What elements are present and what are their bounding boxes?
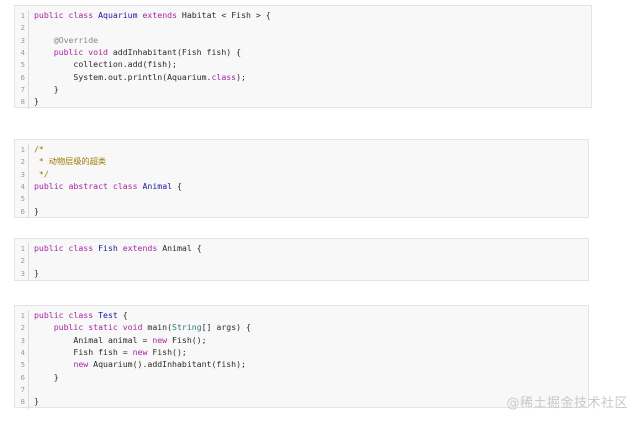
- code-token: @Override: [53, 34, 99, 45]
- code-line: 1 public class Test {: [15, 309, 588, 323]
- code-token: class: [211, 71, 237, 82]
- code-token: new: [73, 359, 89, 370]
- line-number: 3: [15, 267, 29, 281]
- code-line: 4 Fish fish = new Fish();: [15, 346, 588, 360]
- code-line: 3 @Override: [15, 34, 591, 48]
- code-token: void: [88, 47, 108, 58]
- watermark: @稀土掘金技术社区: [506, 396, 628, 411]
- line-number: 8: [15, 396, 29, 409]
- code-line: 6 }: [15, 371, 588, 385]
- line-number: 6: [15, 205, 29, 219]
- code-line: 1 public class Aquarium extends Habitat <…: [15, 9, 591, 23]
- code-line: 5 new Aquarium().addInhabitant(fish);: [15, 358, 588, 372]
- code-token: new: [132, 347, 148, 358]
- code-token: }: [34, 396, 39, 407]
- code-token: Animal: [142, 181, 173, 192]
- code-token: Fish();: [167, 334, 207, 345]
- code-line: 2 * 动物层级的超类: [15, 155, 588, 169]
- code-token: class: [112, 181, 138, 192]
- code-line: 2: [15, 254, 588, 268]
- code-token: class: [68, 10, 94, 20]
- code-token: Fish: [98, 243, 118, 253]
- code-block-test: 1 public class Test {2 public static void…: [14, 305, 589, 409]
- code-token: }: [34, 205, 39, 216]
- code-line: 2: [15, 21, 591, 35]
- code-token: Aquarium().addInhabitant(fish);: [88, 359, 246, 370]
- code-token: public: [53, 47, 84, 58]
- code-line: 7 }: [15, 83, 591, 97]
- code-line: 2 public static void main(String[] args)…: [15, 321, 588, 335]
- code-token: public: [34, 310, 64, 320]
- code-token: public: [34, 181, 64, 192]
- code-line: 5 collection.add(fish);: [15, 58, 591, 72]
- code-token: void: [122, 322, 143, 333]
- code-token: main(: [142, 322, 173, 333]
- code-token: Fish fish =: [34, 347, 133, 358]
- code-token: public: [34, 10, 64, 20]
- code-line: 8}: [15, 395, 588, 409]
- code-line: 4 public abstract class Animal {: [15, 180, 588, 194]
- code-token: Test: [98, 310, 118, 320]
- code-token: addInhabitant(Fish fish) {: [107, 47, 242, 58]
- code-line: 3}: [15, 267, 588, 281]
- line-number: 8: [15, 96, 29, 109]
- code-token: extends: [142, 10, 177, 20]
- code-token: {: [117, 310, 128, 320]
- code-token: String: [172, 322, 202, 333]
- code-line: 6 System.out.println(Aquarium.class);: [15, 71, 591, 85]
- code-token: Aquarium: [98, 10, 138, 20]
- code-token: * 动物层级的超类: [34, 156, 107, 167]
- code-line: 3 Animal animal = new Fish();: [15, 334, 588, 348]
- code-line: 1/*: [15, 143, 588, 157]
- code-line: 3 */: [15, 168, 588, 182]
- code-token: public: [53, 322, 84, 333]
- code-line: 4 public void addInhabitant(Fish fish) {: [15, 46, 591, 60]
- code-token: Fish();: [147, 347, 187, 358]
- code-block-fish: 1 public class Fish extends Animal {2 3}: [14, 238, 589, 281]
- code-token: }: [34, 96, 39, 107]
- code-line: 5: [15, 192, 588, 206]
- code-token: new: [152, 334, 168, 345]
- code-token: extends: [122, 243, 158, 253]
- code-token: }: [34, 84, 59, 95]
- code-token: static: [88, 322, 118, 333]
- code-token: class: [68, 310, 94, 320]
- code-line: 6}: [15, 205, 588, 219]
- code-token: {: [172, 181, 182, 192]
- code-block-aquarium: 1 public class Aquarium extends Habitat <…: [14, 5, 592, 109]
- code-token: abstract: [68, 181, 108, 192]
- code-token: public: [34, 243, 64, 253]
- code-token: /*: [34, 144, 44, 154]
- code-token: collection.add(fish);: [34, 59, 177, 70]
- code-token: Animal {: [157, 243, 202, 253]
- code-token: System.out.println(Aquarium.: [34, 71, 212, 82]
- code-token: }: [34, 371, 59, 382]
- code-token: class: [68, 243, 94, 253]
- code-line: 1 public class Fish extends Animal {: [15, 242, 588, 256]
- code-token: Animal animal =: [34, 334, 153, 345]
- code-line: 7: [15, 383, 588, 397]
- code-token: Habitat < Fish > {: [177, 10, 271, 20]
- code-line: 8}: [15, 95, 591, 109]
- code-token: }: [34, 267, 39, 278]
- code-token: */: [34, 168, 49, 179]
- code-token: [] args) {: [201, 322, 251, 333]
- code-block-animal: 1/* 2 * 动物层级的超类 3 */4 public abstract class…: [14, 139, 589, 219]
- code-token: );: [236, 71, 246, 82]
